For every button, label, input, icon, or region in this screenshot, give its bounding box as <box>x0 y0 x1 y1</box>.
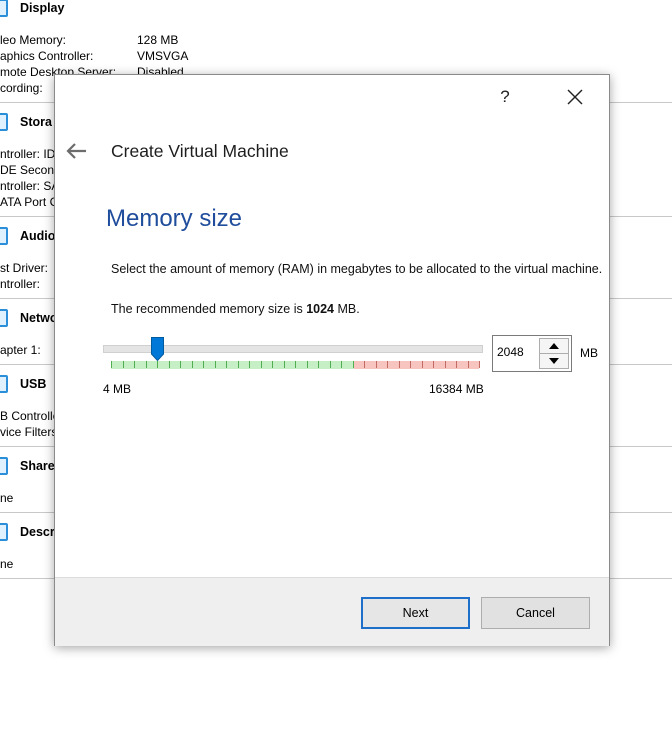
page-heading: Memory size <box>106 205 243 232</box>
usb-icon <box>0 375 8 393</box>
arrow-left-icon <box>66 143 86 159</box>
slider-tick <box>364 361 365 368</box>
recommended-prefix: The recommended memory size is <box>111 302 307 316</box>
create-vm-dialog: ? Create Virtual Machine Memory size Sel… <box>54 74 610 646</box>
slider-tick <box>433 361 434 368</box>
detail-label: ntroller: ID <box>0 147 56 161</box>
section-display-header: Display <box>0 0 64 19</box>
slider-max-label: 16384 MB <box>429 382 484 396</box>
memory-spinbox <box>492 335 572 372</box>
slider-tick <box>134 361 135 368</box>
slider-tick <box>122 361 124 368</box>
shared-folder-icon <box>0 457 8 475</box>
memory-input[interactable] <box>497 345 537 359</box>
slider-tick <box>318 361 319 368</box>
detail-label: aphics Controller: <box>0 49 94 63</box>
storage-icon <box>0 113 8 131</box>
triangle-down-icon <box>549 358 559 364</box>
detail-label: ne <box>0 491 14 505</box>
slider-tick <box>214 361 216 368</box>
slider-tick <box>157 361 158 368</box>
spin-buttons <box>539 338 569 369</box>
slider-tick <box>203 361 204 368</box>
dialog-title: Create Virtual Machine <box>111 141 289 161</box>
section-description-title: Descr <box>20 525 55 539</box>
slider-tick <box>272 361 273 368</box>
close-button[interactable] <box>561 85 589 109</box>
slider-tick <box>191 361 193 368</box>
recommended-memory-text: The recommended memory size is 1024 MB. <box>111 302 360 316</box>
section-storage-title: Stora <box>20 115 52 129</box>
section-network-header: Netwo <box>0 307 58 329</box>
slider-tick <box>111 361 112 368</box>
slider-tick <box>168 361 170 368</box>
slider-tick <box>375 361 377 368</box>
slider-tick <box>226 361 227 368</box>
slider-tick <box>387 361 388 368</box>
section-description-header: Descr <box>0 521 55 543</box>
dialog-footer: Next Cancel <box>55 577 609 646</box>
slider-tick <box>352 361 354 368</box>
detail-label: B Controlle <box>0 409 60 423</box>
section-usb-title: USB <box>20 377 47 391</box>
increment-button[interactable] <box>540 339 568 354</box>
slider-tick <box>329 361 331 368</box>
detail-label: DE Second <box>0 163 61 177</box>
detail-label: leo Memory: <box>0 33 67 47</box>
detail-label: ATA Port C <box>0 195 59 209</box>
section-shared-header: Share <box>0 455 55 477</box>
slider-tick <box>260 361 262 368</box>
slider-tick <box>410 361 411 368</box>
detail-label: ne <box>0 557 14 571</box>
triangle-up-icon <box>549 343 559 349</box>
network-icon <box>0 309 8 327</box>
slider-ticks <box>103 361 487 371</box>
memory-unit-label: MB <box>580 346 598 360</box>
description-icon <box>0 523 8 541</box>
next-button[interactable]: Next <box>361 597 470 629</box>
display-icon <box>0 0 8 17</box>
slider-tick <box>249 361 250 368</box>
slider-tick <box>237 361 239 368</box>
section-usb-header: USB <box>0 373 46 395</box>
slider-min-label: 4 MB <box>103 382 132 396</box>
slider-tick <box>444 361 446 368</box>
slider-tick <box>145 361 147 368</box>
recommended-value: 1024 <box>306 302 335 316</box>
memory-slider[interactable] <box>103 337 487 377</box>
slider-tick <box>467 361 469 368</box>
cancel-button[interactable]: Cancel <box>481 597 590 629</box>
slider-thumb[interactable] <box>150 337 164 361</box>
slider-tick <box>421 361 423 368</box>
memory-description: Select the amount of memory (RAM) in meg… <box>111 262 603 276</box>
section-network-title: Netwo <box>20 311 58 325</box>
slider-tick <box>295 361 296 368</box>
section-audio-header: Audio <box>0 225 55 247</box>
detail-label: ntroller: <box>0 277 41 291</box>
slider-tick <box>341 361 342 368</box>
section-display-title: Display <box>20 1 65 15</box>
recommended-suffix: MB. <box>334 302 360 316</box>
slider-tick <box>479 361 480 368</box>
slider-tick <box>180 361 181 368</box>
section-shared-title: Share <box>20 459 55 473</box>
slider-tick <box>283 361 285 368</box>
detail-label: ntroller: SA <box>0 179 60 193</box>
section-storage-header: Stora <box>0 111 52 133</box>
close-icon <box>567 89 583 105</box>
detail-value: 128 MB <box>137 33 179 47</box>
back-button[interactable] <box>65 141 89 161</box>
detail-label: apter 1: <box>0 343 41 357</box>
slider-tick <box>456 361 457 368</box>
detail-label: st Driver: <box>0 261 48 275</box>
section-audio-title: Audio <box>20 229 56 243</box>
detail-label: cording: <box>0 81 43 95</box>
detail-label: vice Filters <box>0 425 58 439</box>
slider-tick <box>398 361 400 368</box>
slider-tick <box>306 361 308 368</box>
audio-icon <box>0 227 8 245</box>
help-button[interactable]: ? <box>493 85 517 109</box>
detail-value: VMSVGA <box>137 49 189 63</box>
decrement-button[interactable] <box>540 354 568 368</box>
